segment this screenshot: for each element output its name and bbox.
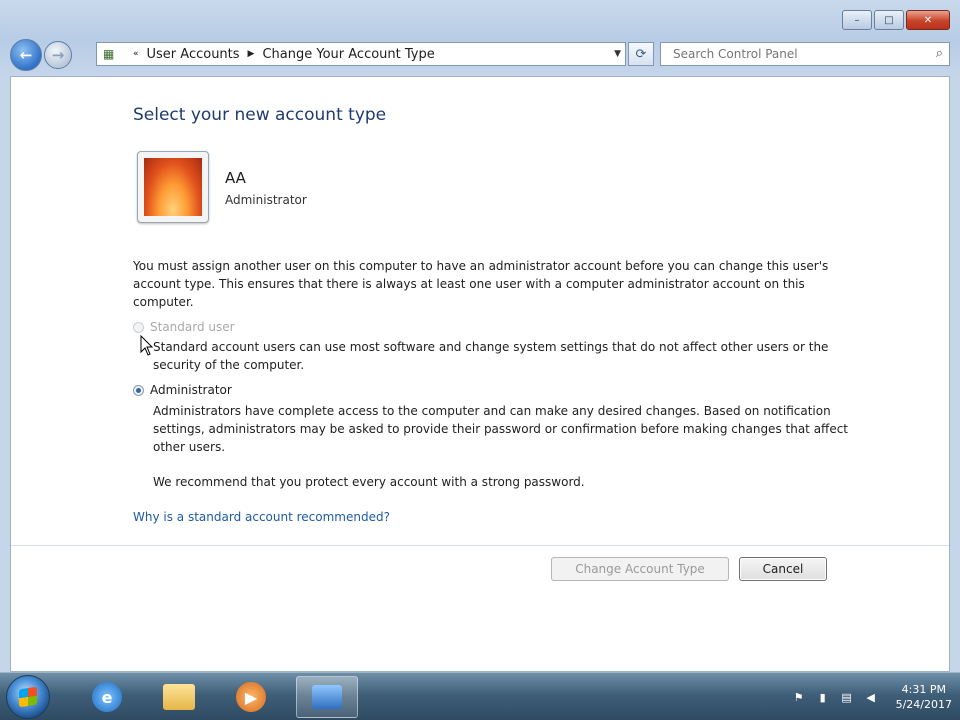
clock[interactable]: 4:31 PM 5/24/2017 — [896, 682, 952, 712]
control-panel-icon — [312, 685, 342, 709]
forward-arrow-icon: → — [51, 46, 65, 64]
search-icon[interactable]: ⌕ — [936, 46, 943, 61]
action-center-flag-icon[interactable]: ⚑ — [792, 690, 806, 704]
user-name: AA — [225, 169, 246, 187]
close-button[interactable]: ✕ — [906, 10, 950, 30]
taskbar-windows-explorer[interactable] — [148, 676, 210, 718]
address-bar[interactable]: ▦ « User Accounts ▶ Change Your Account … — [96, 42, 626, 66]
notice-text: You must assign another user on this com… — [133, 259, 829, 309]
administrator-radio[interactable] — [133, 384, 144, 396]
taskbar-media-player[interactable]: ▶ — [220, 676, 282, 718]
standard-user-radio[interactable] — [133, 321, 144, 333]
power-icon[interactable]: ▮ — [816, 690, 830, 704]
refresh-button[interactable]: ⟳ — [628, 42, 654, 66]
standard-user-option[interactable]: Standard user — [133, 320, 235, 334]
back-button[interactable]: ← — [10, 39, 42, 71]
refresh-icon: ⟳ — [635, 46, 647, 62]
control-panel-icon: ▦ — [103, 47, 115, 61]
windows-logo-icon — [19, 686, 37, 708]
standard-user-label: Standard user — [150, 320, 235, 334]
mouse-cursor-icon — [140, 335, 154, 356]
user-picture — [144, 158, 202, 216]
minimize-button[interactable]: – — [842, 10, 872, 30]
breadcrumb-user-accounts[interactable]: User Accounts — [147, 47, 240, 62]
system-tray: ⚑ ▮ ▤ ◀ 4:31 PM 5/24/2017 — [792, 673, 952, 720]
administrator-option[interactable]: Administrator — [133, 383, 232, 397]
clock-time: 4:31 PM — [901, 683, 946, 696]
standard-user-description: Standard account users can use most soft… — [153, 340, 829, 372]
cancel-button[interactable]: Cancel — [739, 557, 827, 581]
navigation-bar: ← → ▦ « User Accounts ▶ Change Your Acco… — [10, 38, 950, 72]
avatar — [137, 151, 209, 223]
divider — [11, 545, 949, 546]
recommendation-text: We recommend that you protect every acco… — [153, 475, 585, 489]
forward-button[interactable]: → — [44, 41, 72, 69]
change-account-type-button[interactable]: Change Account Type — [551, 557, 729, 581]
administrator-label: Administrator — [150, 383, 232, 397]
folder-icon — [163, 684, 195, 710]
taskbar: e ▶ ⚑ ▮ ▤ ◀ 4:31 PM 5/24/2017 — [0, 672, 960, 720]
breadcrumb-arrow-icon[interactable]: ▶ — [248, 49, 255, 59]
administrator-description: Administrators have complete access to t… — [153, 404, 848, 454]
clock-date: 5/24/2017 — [895, 698, 952, 711]
volume-icon[interactable]: ◀ — [864, 690, 878, 704]
address-dropdown-icon[interactable]: ▼ — [614, 49, 621, 59]
start-button[interactable] — [6, 675, 50, 719]
taskbar-internet-explorer[interactable]: e — [76, 676, 138, 718]
network-icon[interactable]: ▤ — [840, 690, 854, 704]
maximize-button[interactable]: □ — [874, 10, 904, 30]
content-pane: Select your new account type AA Administ… — [10, 76, 950, 672]
breadcrumb-change-account-type[interactable]: Change Your Account Type — [262, 47, 434, 62]
media-player-icon: ▶ — [236, 682, 266, 712]
page-title: Select your new account type — [133, 105, 387, 125]
search-input[interactable] — [671, 46, 915, 62]
search-box[interactable]: ⌕ — [660, 42, 950, 66]
taskbar-control-panel[interactable] — [296, 676, 358, 718]
caption-buttons: – □ ✕ — [842, 10, 950, 30]
user-account-type: Administrator — [225, 193, 307, 207]
back-arrow-icon: ← — [19, 46, 33, 64]
internet-explorer-icon: e — [92, 682, 122, 712]
help-link[interactable]: Why is a standard account recommended? — [133, 510, 390, 524]
breadcrumb-overflow-icon[interactable]: « — [133, 49, 139, 59]
window-frame: – □ ✕ ← → ▦ « User Accounts ▶ Change You… — [0, 0, 960, 672]
